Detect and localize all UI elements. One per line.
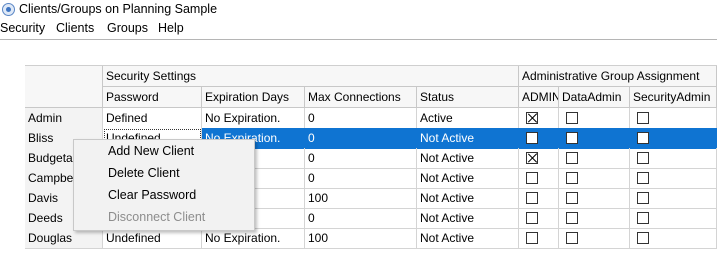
menu-bar: Security Clients Groups Help	[0, 20, 717, 40]
column-header-dataadmin[interactable]: DataAdmin	[559, 87, 630, 108]
column-header-max-connections[interactable]: Max Connections	[305, 87, 417, 108]
title-bar: Clients/Groups on Planning Sample	[0, 0, 717, 20]
cell-status[interactable]: Not Active	[417, 208, 519, 229]
cell-max-connections[interactable]: 0	[305, 148, 417, 169]
securityadmin-checkbox[interactable]	[637, 112, 649, 124]
cell-status[interactable]: Not Active	[417, 148, 519, 169]
cell-max-connections[interactable]: 100	[305, 228, 417, 249]
cell-admin	[519, 208, 559, 229]
cell-admin	[519, 148, 559, 169]
securityadmin-checkbox[interactable]	[637, 212, 649, 224]
cell-dataadmin	[559, 168, 630, 189]
cell-max-connections[interactable]: 0	[305, 128, 417, 149]
cell-max-connections[interactable]: 0	[305, 108, 417, 129]
securityadmin-checkbox[interactable]	[637, 172, 649, 184]
corner-header	[25, 66, 103, 108]
menu-security[interactable]: Security	[0, 21, 45, 35]
clear-password-menu-item[interactable]: Clear Password	[108, 188, 196, 202]
dataadmin-checkbox[interactable]	[566, 112, 578, 124]
cell-admin	[519, 128, 559, 149]
cell-admin	[519, 188, 559, 209]
add-new-client-menu-item[interactable]: Add New Client	[108, 144, 194, 158]
admin-checkbox[interactable]	[526, 132, 538, 144]
cell-securityadmin	[630, 168, 717, 189]
row-header[interactable]: Admin	[25, 108, 103, 129]
cell-securityadmin	[630, 228, 717, 249]
cell-max-connections[interactable]: 100	[305, 188, 417, 209]
dataadmin-checkbox[interactable]	[566, 152, 578, 164]
admin-checkbox[interactable]	[526, 112, 538, 124]
cell-status[interactable]: Not Active	[417, 128, 519, 149]
delete-client-menu-item[interactable]: Delete Client	[108, 166, 180, 180]
app-icon	[2, 3, 15, 16]
security-settings-group-header: Security Settings	[103, 66, 519, 87]
cell-status[interactable]: Not Active	[417, 228, 519, 249]
cell-dataadmin	[559, 108, 630, 129]
context-menu: Add New Client Delete Client Clear Passw…	[73, 139, 255, 231]
column-header-status[interactable]: Status	[417, 87, 519, 108]
cell-securityadmin	[630, 148, 717, 169]
securityadmin-checkbox[interactable]	[637, 152, 649, 164]
cell-dataadmin	[559, 188, 630, 209]
cell-dataadmin	[559, 208, 630, 229]
cell-admin	[519, 228, 559, 249]
column-header-password[interactable]: Password	[103, 87, 202, 108]
cell-admin	[519, 108, 559, 129]
cell-max-connections[interactable]: 0	[305, 208, 417, 229]
dataadmin-checkbox[interactable]	[566, 232, 578, 244]
admin-group-assignment-header: Administrative Group Assignment	[519, 66, 717, 87]
cell-password[interactable]: Defined	[103, 108, 202, 129]
column-header-admin[interactable]: ADMIN	[519, 87, 559, 108]
admin-checkbox[interactable]	[526, 192, 538, 204]
row-header[interactable]: Douglas	[25, 228, 103, 249]
dataadmin-checkbox[interactable]	[566, 212, 578, 224]
column-header-securityadmin[interactable]: SecurityAdmin	[630, 87, 717, 108]
securityadmin-checkbox[interactable]	[637, 232, 649, 244]
cell-securityadmin	[630, 128, 717, 149]
admin-checkbox[interactable]	[526, 152, 538, 164]
cell-securityadmin	[630, 108, 717, 129]
cell-status[interactable]: Not Active	[417, 188, 519, 209]
menu-groups[interactable]: Groups	[107, 21, 148, 35]
cell-status[interactable]: Not Active	[417, 168, 519, 189]
cell-expiration-days[interactable]: No Expiration.	[202, 108, 305, 129]
disconnect-client-menu-item: Disconnect Client	[108, 210, 206, 224]
admin-checkbox[interactable]	[526, 212, 538, 224]
cell-dataadmin	[559, 128, 630, 149]
cell-securityadmin	[630, 208, 717, 229]
cell-max-connections[interactable]: 0	[305, 168, 417, 189]
dataadmin-checkbox[interactable]	[566, 132, 578, 144]
securityadmin-checkbox[interactable]	[637, 192, 649, 204]
menu-clients[interactable]: Clients	[56, 21, 94, 35]
cell-dataadmin	[559, 228, 630, 249]
cell-securityadmin	[630, 188, 717, 209]
menu-help[interactable]: Help	[158, 21, 184, 35]
cell-expiration-days[interactable]: No Expiration.	[202, 228, 305, 249]
cell-admin	[519, 168, 559, 189]
cell-status[interactable]: Active	[417, 108, 519, 129]
admin-checkbox[interactable]	[526, 232, 538, 244]
dataadmin-checkbox[interactable]	[566, 172, 578, 184]
cell-password[interactable]: Undefined	[103, 228, 202, 249]
dataadmin-checkbox[interactable]	[566, 192, 578, 204]
cell-dataadmin	[559, 148, 630, 169]
column-header-expiration-days[interactable]: Expiration Days	[202, 87, 305, 108]
admin-checkbox[interactable]	[526, 172, 538, 184]
window-title: Clients/Groups on Planning Sample	[19, 2, 218, 16]
securityadmin-checkbox[interactable]	[637, 132, 649, 144]
